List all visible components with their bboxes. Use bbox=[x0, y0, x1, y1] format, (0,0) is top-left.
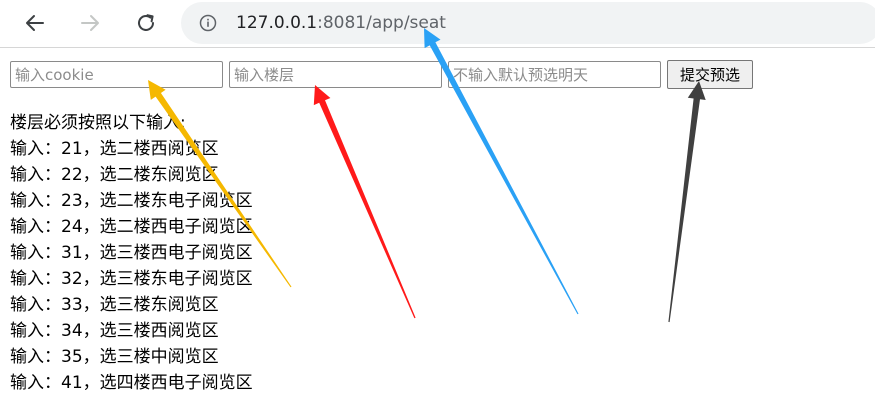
instruction-line: 输入：31，选三楼西电子阅览区 bbox=[10, 243, 253, 263]
info-icon[interactable] bbox=[199, 14, 217, 32]
instruction-line: 输入：32，选三楼东电子阅览区 bbox=[10, 269, 253, 289]
url-host: 127.0.0.1 bbox=[236, 13, 318, 33]
instruction-line: 输入：33，选三楼东阅览区 bbox=[10, 295, 219, 315]
page-content: 提交预选 楼层必须按照以下输入: 输入：21，选二楼西阅览区 输入：22，选二楼… bbox=[0, 48, 875, 400]
reload-button[interactable] bbox=[131, 8, 161, 38]
instruction-line: 输入：24，选二楼西电子阅览区 bbox=[10, 217, 253, 237]
forward-arrow-icon bbox=[81, 15, 99, 31]
url-path: :8081/app/seat bbox=[317, 13, 446, 33]
instruction-line: 输入：23，选二楼东电子阅览区 bbox=[10, 191, 253, 211]
forward-button[interactable] bbox=[75, 8, 105, 38]
browser-toolbar: 127.0.0.1:8081/app/seat bbox=[0, 0, 875, 48]
date-input[interactable] bbox=[448, 61, 661, 88]
cookie-input[interactable] bbox=[10, 61, 223, 88]
address-bar[interactable]: 127.0.0.1:8081/app/seat bbox=[181, 2, 875, 44]
submit-button[interactable]: 提交预选 bbox=[667, 60, 753, 89]
reload-icon bbox=[138, 14, 154, 31]
instruction-line: 输入：34，选三楼西阅览区 bbox=[10, 321, 219, 341]
instructions-heading: 楼层必须按照以下输入: bbox=[10, 113, 186, 133]
instruction-line: 输入：35，选三楼中阅览区 bbox=[10, 347, 219, 367]
floor-instructions: 楼层必须按照以下输入: 输入：21，选二楼西阅览区 输入：22，选二楼东阅览区 … bbox=[10, 110, 253, 396]
back-arrow-icon bbox=[26, 15, 44, 31]
back-button[interactable] bbox=[20, 8, 50, 38]
instruction-line: 输入：22，选二楼东阅览区 bbox=[10, 165, 219, 185]
instruction-line: 输入：41，选四楼西电子阅览区 bbox=[10, 373, 253, 393]
instruction-line: 输入：21，选二楼西阅览区 bbox=[10, 139, 219, 159]
floor-input[interactable] bbox=[229, 61, 442, 88]
url-text[interactable]: 127.0.0.1:8081/app/seat bbox=[236, 12, 446, 34]
